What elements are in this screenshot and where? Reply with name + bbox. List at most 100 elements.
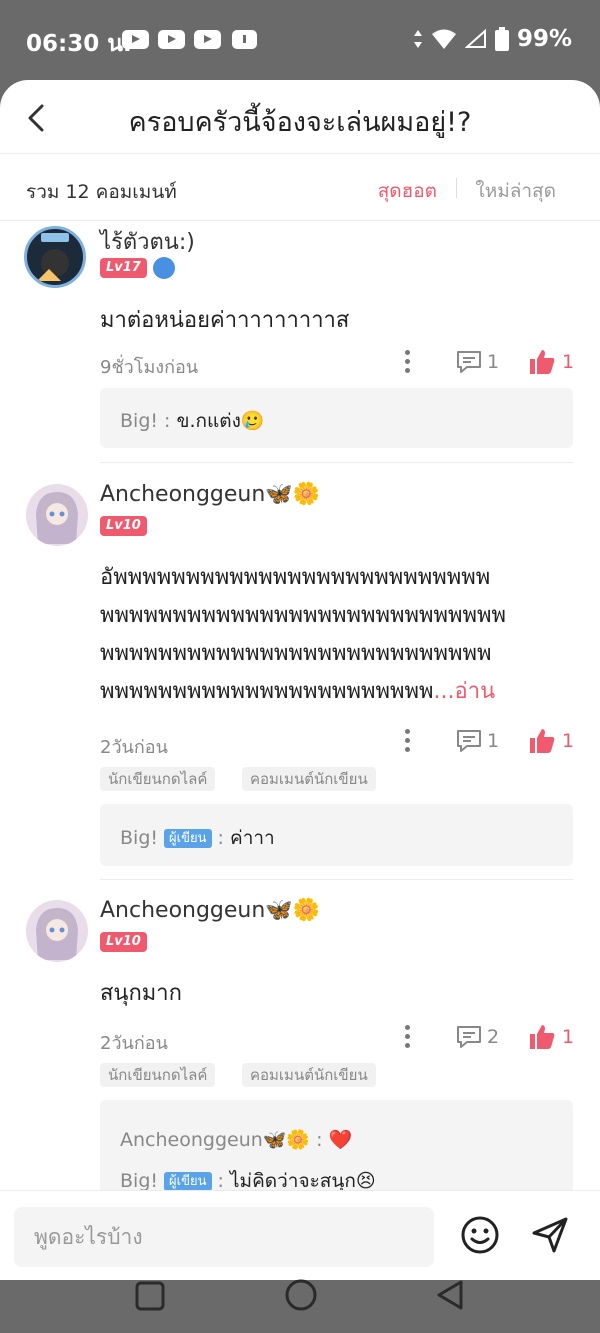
youtube-notification-icon — [194, 30, 221, 49]
reply-button[interactable]: 2 — [455, 1023, 515, 1053]
comment-time: 2วันก่อน — [100, 737, 168, 758]
youtube-notification-icon — [158, 30, 185, 49]
comment-author[interactable]: Ancheonggeun🦋🌼 — [100, 898, 320, 923]
reply-text: ค่าาา — [229, 827, 275, 849]
send-icon — [532, 1217, 568, 1253]
reply-sep: : — [211, 1170, 230, 1192]
comment-author[interactable]: ไร้ตัวตน:) — [100, 224, 195, 259]
emoji-button[interactable] — [460, 1215, 500, 1255]
comment-count-bar: รวม 12 คอมเมนท์ สุดฮอต ใหม่ล่าสุด — [0, 155, 600, 221]
sheet-header: ครอบครัวนี้จ้องจะเล่นผมอยู่!? — [0, 80, 600, 154]
reply-count: 2 — [487, 1026, 500, 1048]
sort-new-tab[interactable]: ใหม่ล่าสุด — [475, 176, 556, 206]
send-button[interactable] — [530, 1215, 570, 1255]
back-nav-icon[interactable] — [434, 1278, 466, 1312]
youtube-notification-icon — [122, 30, 149, 49]
page-title: ครอบครัวนี้จ้องจะเล่นผมอยู่!? — [128, 107, 472, 138]
reply-line: Ancheonggeun🦋🌼 : ❤️ — [120, 1128, 352, 1151]
read-more-link[interactable]: ...อ่าน — [434, 679, 496, 704]
divider — [100, 462, 573, 463]
avatar-anime-icon — [36, 492, 78, 544]
avatar[interactable] — [24, 226, 86, 288]
like-count: 1 — [562, 730, 575, 752]
writer-liked-tag: นักเขียนกดไลค์ — [100, 767, 216, 791]
reply-count: 1 — [487, 351, 500, 373]
reply-preview[interactable]: Ancheonggeun🦋🌼 : ❤️ Big! ผู้เขียน : ไม่ค… — [100, 1100, 573, 1192]
comment-text: อัพพพพพพพพพพพพพพพพพพพพพพพพพพ พพพพพพพพพพพ… — [100, 559, 570, 711]
comment-text-line: พพพพพพพพพพพพพพพพพพพพพพพพพพพ — [100, 641, 492, 666]
wifi-icon — [431, 29, 456, 49]
reply-button[interactable]: 1 — [455, 727, 515, 757]
comment-text: มาต่อหน่อยค่าาาาาาาาาส — [100, 308, 350, 333]
comment-text-line: อัพพพพพพพพพพพพพพพพพพพพพพพพพพ — [100, 565, 491, 590]
comment-text: สนุกมาก — [100, 981, 182, 1006]
comment-count: รวม 12 คอมเมนท์ — [26, 181, 177, 203]
avatar-writer-badge-icon — [37, 233, 69, 281]
sort-divider — [456, 178, 457, 198]
status-bar: 06:30 น. 99% — [0, 0, 600, 82]
divider — [100, 879, 573, 880]
reply-author: Big! — [120, 827, 158, 849]
writer-comment-tag: คอมเมนต์นักเขียน — [242, 767, 376, 791]
reply-button[interactable]: 1 — [455, 348, 515, 378]
system-nav-bar — [0, 1278, 600, 1333]
reply-preview[interactable]: Big! ผู้เขียน : ค่าาา — [100, 804, 573, 866]
reply-author: Big! — [120, 1170, 158, 1192]
comments-sheet: ครอบครัวนี้จ้องจะเล่นผมอยู่!? รวม 12 คอม… — [0, 80, 600, 1280]
avatar[interactable] — [26, 900, 88, 962]
battery-level: 99% — [516, 26, 572, 52]
level-badge: Lv10 — [100, 516, 147, 536]
like-count: 1 — [562, 1026, 575, 1048]
level-badge: Lv10 — [100, 932, 147, 952]
reply-line: Big! : ข.กแต่ง🥲 — [120, 406, 265, 436]
smiley-icon — [461, 1216, 499, 1254]
status-right: 99% — [413, 26, 572, 52]
battery-icon — [494, 27, 509, 51]
comment-time: 9ชั่วโมงก่อน — [100, 357, 199, 378]
thumbs-up-icon — [530, 1025, 555, 1049]
writer-comment-tag: คอมเมนต์นักเขียน — [242, 1063, 376, 1087]
level-badge: Lv17 — [100, 258, 147, 278]
signal-icon — [464, 29, 486, 48]
thumbs-up-icon — [530, 729, 555, 753]
more-options-button[interactable] — [404, 1025, 412, 1051]
comment-icon — [457, 351, 481, 373]
comment-time: 2วันก่อน — [100, 1033, 168, 1054]
home-icon[interactable] — [284, 1278, 318, 1312]
comment-icon — [457, 730, 481, 752]
comment-composer: พูดอะไรบ้าง — [0, 1190, 600, 1280]
recents-icon[interactable] — [134, 1280, 166, 1312]
reply-line: Big! ผู้เขียน : ค่าาา — [120, 823, 275, 853]
reply-count: 1 — [487, 730, 500, 752]
avatar-anime-icon — [36, 908, 78, 960]
comment-text-line: พพพพพพพพพพพพพพพพพพพพพพพพพพพพ — [100, 603, 507, 628]
status-time: 06:30 น. — [26, 31, 132, 57]
reply-text: ❤️ — [328, 1129, 353, 1151]
comment-list[interactable]: ไร้ตัวตน:) Lv17 มาต่อหน่อยค่าาาาาาาาาส 9… — [0, 222, 600, 1192]
comment-author[interactable]: Ancheonggeun🦋🌼 — [100, 482, 320, 507]
more-options-button[interactable] — [404, 350, 412, 376]
reply-text: ไม่คิดว่าจะสนุก😣 — [229, 1170, 376, 1192]
more-options-button[interactable] — [404, 729, 412, 755]
like-button[interactable]: 1 — [528, 348, 578, 378]
reply-author: Ancheonggeun🦋🌼 — [120, 1129, 311, 1151]
reply-text: ข.กแต่ง🥲 — [176, 410, 265, 432]
reply-author: Big! — [120, 410, 158, 432]
like-count: 1 — [562, 351, 575, 373]
comment-text-line: พพพพพพพพพพพพพพพพพพพพพพพ...อ่าน — [100, 679, 496, 704]
comment-input[interactable]: พูดอะไรบ้าง — [14, 1207, 434, 1267]
data-arrows-icon — [413, 30, 422, 48]
reply-sep: : — [310, 1129, 329, 1151]
writer-tag: ผู้เขียน — [164, 1172, 212, 1191]
reply-preview[interactable]: Big! : ข.กแต่ง🥲 — [100, 388, 573, 448]
writer-tag: ผู้เขียน — [164, 829, 212, 848]
writer-liked-tag: นักเขียนกดไลค์ — [100, 1063, 216, 1087]
reply-sep: : — [158, 410, 177, 432]
like-button[interactable]: 1 — [528, 727, 578, 757]
reply-sep: : — [211, 827, 230, 849]
sort-hot-tab[interactable]: สุดฮอต — [378, 176, 437, 206]
thumbs-up-icon — [530, 350, 555, 374]
notification-icon — [232, 30, 257, 49]
like-button[interactable]: 1 — [528, 1023, 578, 1053]
avatar[interactable] — [26, 484, 88, 546]
